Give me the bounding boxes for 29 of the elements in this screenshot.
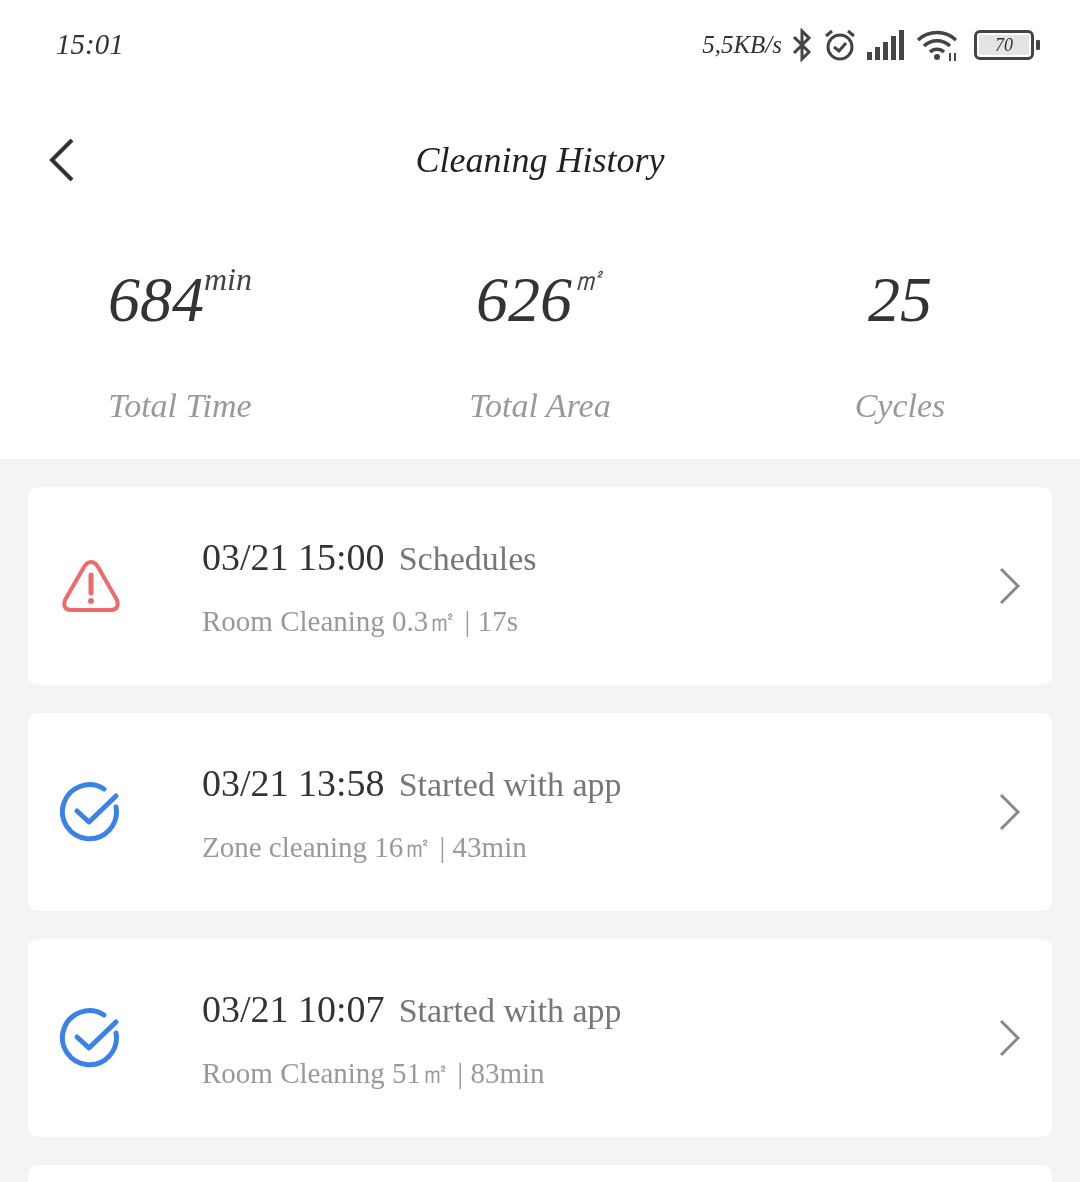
page-title: Cleaning History (415, 139, 665, 182)
record-detail: Room Cleaning 51㎡ | 83min (202, 1055, 546, 1091)
check-circle-icon (60, 1007, 122, 1069)
wifi-icon (916, 29, 960, 61)
record-detail: Zone cleaning 16㎡ | 43min (202, 829, 528, 865)
history-record[interactable]: 03/21 10:07 Started with app Room Cleaning 51㎡ | 83min (28, 939, 1052, 1137)
stat-label: Total Time (108, 386, 252, 426)
stat-value: 626㎡ (476, 260, 604, 337)
warning-icon (60, 558, 122, 614)
history-record[interactable]: 03/21 13:58 Started with app Zone cleaning 16㎡ | 43min (28, 713, 1052, 911)
stat-label: Total Area (469, 386, 611, 426)
check-circle-icon (60, 781, 122, 843)
record-source: Started with app (398, 990, 622, 1031)
bluetooth-icon (790, 28, 814, 62)
stat-label: Cycles (854, 386, 946, 426)
network-speed: 5,5KB/s (702, 30, 782, 61)
record-time: 03/21 10:07 (202, 986, 385, 1032)
chevron-right-icon (998, 566, 1022, 606)
record-time: 03/21 15:00 (202, 534, 385, 580)
chevron-right-icon (998, 1018, 1022, 1058)
stat-value: 25 (868, 263, 932, 337)
record-source: Started with app (398, 764, 622, 805)
history-record[interactable]: 03/21 15:00 Schedules Room Cleaning 0.3㎡ | 17s (28, 487, 1052, 685)
record-time: 03/21 13:58 (202, 760, 385, 806)
record-detail: Room Cleaning 0.3㎡ | 17s (202, 603, 519, 639)
alarm-icon (822, 28, 858, 62)
status-time: 15:01 (56, 27, 124, 63)
record-source: Schedules (398, 538, 537, 579)
chevron-right-icon (998, 792, 1022, 832)
